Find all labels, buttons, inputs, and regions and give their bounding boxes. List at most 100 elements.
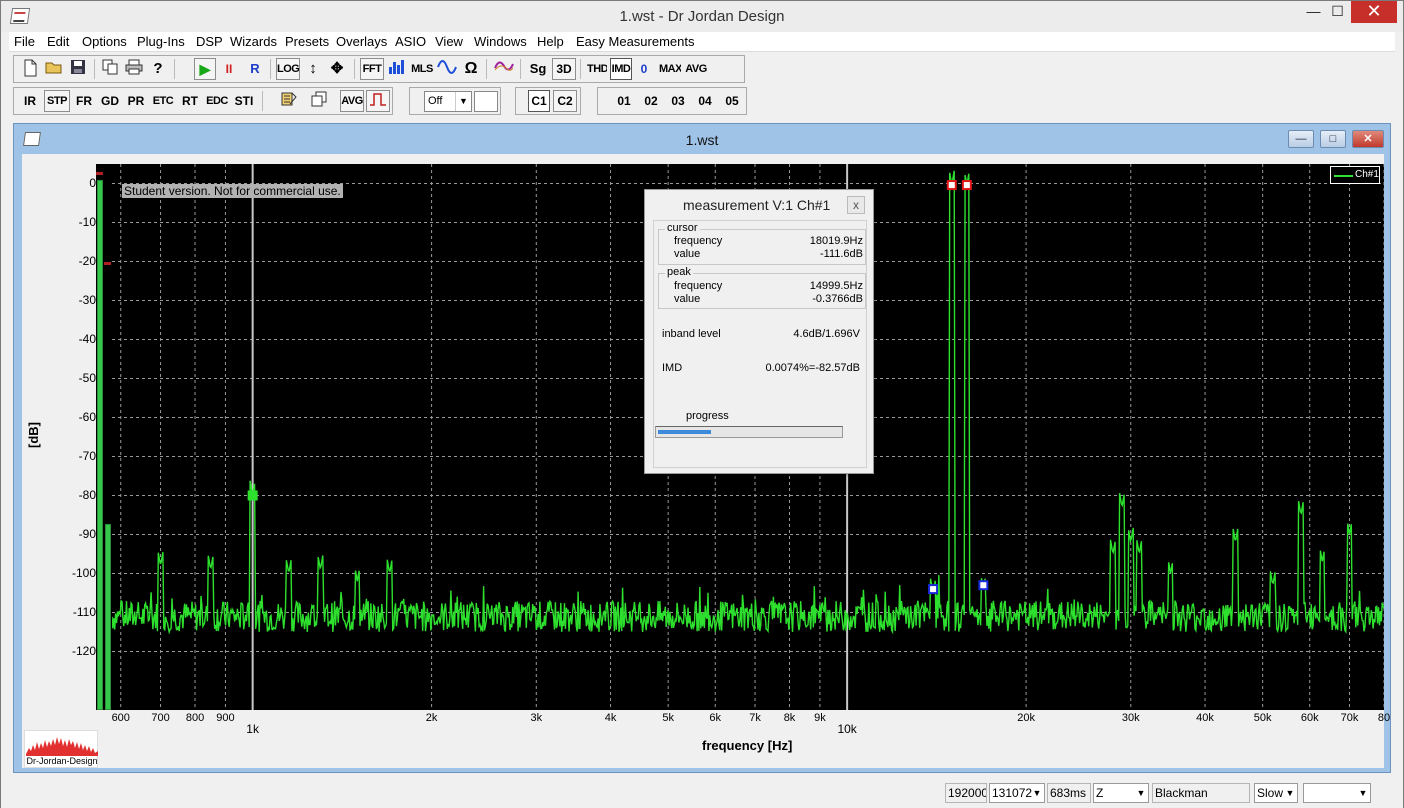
chevron-down-icon: ▼ bbox=[1285, 788, 1295, 798]
maximize-button[interactable]: ☐ bbox=[1323, 1, 1352, 23]
ir-button[interactable]: IR bbox=[18, 90, 42, 112]
overlay-05-button[interactable]: 05 bbox=[720, 90, 744, 112]
waveform-icon[interactable] bbox=[436, 58, 458, 80]
measurement-dialog-title-bar: measurement V:1 Ch#1 x bbox=[645, 190, 873, 218]
speed-select[interactable]: Slow ▼ bbox=[1254, 783, 1298, 803]
menu-bar: File Edit Options Plug-Ins DSP Wizards P… bbox=[9, 32, 1395, 52]
3d-button[interactable]: 3D bbox=[552, 58, 576, 80]
extra-select[interactable]: ▼ bbox=[1303, 783, 1371, 803]
sg-button[interactable]: Sg bbox=[526, 58, 550, 80]
menu-overlays[interactable]: Overlays bbox=[336, 34, 387, 49]
cursor-value-label: value bbox=[674, 248, 701, 260]
fft-button[interactable]: FFT bbox=[360, 58, 384, 80]
copy-icon[interactable] bbox=[98, 58, 122, 80]
sti-button[interactable]: STI bbox=[232, 90, 256, 112]
thd-button[interactable]: THD bbox=[586, 58, 608, 80]
measurement-dialog[interactable]: measurement V:1 Ch#1 x cursor frequency … bbox=[644, 189, 874, 474]
peak-frequency-value: 14999.5Hz bbox=[809, 280, 863, 292]
mls-button[interactable]: MLS bbox=[410, 58, 434, 80]
help-icon[interactable]: ? bbox=[146, 58, 170, 80]
record-button[interactable]: R bbox=[244, 58, 266, 80]
legend-ch1[interactable]: Ch#1 bbox=[1330, 166, 1380, 184]
max-button[interactable]: MAX bbox=[658, 58, 682, 80]
menu-plug-ins[interactable]: Plug-Ins bbox=[137, 34, 185, 49]
vertical-zoom-icon[interactable]: ↕ bbox=[302, 58, 324, 80]
peak-group-label: peak bbox=[665, 266, 693, 278]
log-scale-button[interactable]: LOG bbox=[276, 58, 300, 80]
sample-rate-field: 192000 bbox=[945, 783, 987, 803]
y-tick-label: -80 bbox=[78, 487, 96, 502]
toolbar-separator bbox=[354, 59, 355, 79]
menu-easy-measurements[interactable]: Easy Measurements bbox=[576, 34, 695, 49]
pan-icon[interactable]: ✥ bbox=[326, 58, 348, 80]
menu-presets[interactable]: Presets bbox=[285, 34, 329, 49]
measurement-close-button[interactable]: x bbox=[847, 196, 865, 214]
sideband-marker bbox=[978, 580, 989, 591]
overlay-03-button[interactable]: 03 bbox=[666, 90, 690, 112]
cursor-group: cursor frequency 18019.9Hz value -111.6d… bbox=[658, 222, 866, 265]
peak-frequency-label: frequency bbox=[674, 280, 723, 292]
menu-view[interactable]: View bbox=[435, 34, 463, 49]
overlay-02-button[interactable]: 02 bbox=[639, 90, 663, 112]
pause-button[interactable]: II bbox=[218, 58, 240, 80]
fft-size-select[interactable]: 131072 ▼ bbox=[989, 783, 1045, 803]
imd-button[interactable]: IMD bbox=[610, 58, 632, 80]
y-tick-label: -50 bbox=[78, 370, 96, 385]
menu-asio[interactable]: ASIO bbox=[395, 34, 426, 49]
mode-select[interactable]: Off ▼ bbox=[424, 91, 472, 112]
zero-button[interactable]: 0 bbox=[634, 58, 654, 80]
print-icon[interactable] bbox=[122, 58, 146, 80]
overlay-04-button[interactable]: 04 bbox=[693, 90, 717, 112]
avg-button[interactable]: AVG bbox=[684, 58, 708, 80]
menu-options[interactable]: Options bbox=[82, 34, 127, 49]
menu-wizards[interactable]: Wizards bbox=[230, 34, 277, 49]
overlay-toolbar: 01 02 03 04 05 bbox=[597, 87, 747, 115]
meter-peak-marker bbox=[96, 172, 103, 175]
edit-list-icon[interactable] bbox=[278, 90, 300, 112]
overlay-01-button[interactable]: 01 bbox=[612, 90, 636, 112]
menu-windows[interactable]: Windows bbox=[474, 34, 527, 49]
etc-button[interactable]: ETC bbox=[150, 90, 176, 112]
x-tick-label: 20k bbox=[1017, 712, 1035, 724]
toolbar-separator bbox=[520, 59, 521, 79]
menu-dsp[interactable]: DSP bbox=[196, 34, 223, 49]
gd-button[interactable]: GD bbox=[98, 90, 122, 112]
impedance-button[interactable]: Ω bbox=[460, 58, 482, 80]
x-tick-label: 2k bbox=[425, 712, 438, 724]
reference-marker bbox=[247, 490, 258, 501]
close-button[interactable]: ✕ bbox=[1351, 1, 1397, 23]
child-close-button[interactable]: ✕ bbox=[1352, 130, 1384, 148]
rt-button[interactable]: RT bbox=[178, 90, 202, 112]
weighting-select[interactable]: Z ▼ bbox=[1093, 783, 1149, 803]
student-notice: Student version. Not for commercial use. bbox=[122, 184, 343, 198]
channel-2-button[interactable]: C2 bbox=[553, 90, 577, 112]
wave-purple-icon[interactable] bbox=[492, 58, 516, 80]
step-response-icon[interactable] bbox=[366, 90, 390, 112]
color-swatch[interactable] bbox=[474, 91, 498, 112]
menu-file[interactable]: File bbox=[14, 34, 35, 49]
menu-edit[interactable]: Edit bbox=[47, 34, 69, 49]
new-file-icon[interactable] bbox=[18, 58, 42, 80]
peak-group: peak frequency 14999.5Hz value -0.3766dB bbox=[658, 266, 866, 309]
avg-view-button[interactable]: AVG bbox=[340, 90, 364, 112]
stp-button[interactable]: STP bbox=[44, 90, 70, 112]
save-icon[interactable] bbox=[66, 58, 90, 80]
y-tick-label: -110 bbox=[72, 604, 96, 619]
child-minimize-button[interactable]: — bbox=[1288, 130, 1314, 148]
edc-button[interactable]: EDC bbox=[204, 90, 230, 112]
play-button[interactable]: ▶ bbox=[194, 58, 216, 80]
y-tick-label: -40 bbox=[78, 331, 96, 346]
measurement-dialog-title: measurement V:1 Ch#1 bbox=[683, 197, 831, 213]
fr-button[interactable]: FR bbox=[72, 90, 96, 112]
pr-button[interactable]: PR bbox=[124, 90, 148, 112]
inband-level-value: 4.6dB/1.696V bbox=[793, 328, 860, 340]
channel-1-button[interactable]: C1 bbox=[528, 90, 550, 112]
menu-help[interactable]: Help bbox=[537, 34, 564, 49]
select-toolbar: Off ▼ bbox=[409, 87, 501, 115]
child-maximize-button[interactable]: □ bbox=[1320, 130, 1346, 148]
windows-icon[interactable] bbox=[308, 90, 330, 112]
sideband-marker bbox=[928, 584, 939, 595]
x-tick-label: 30k bbox=[1121, 712, 1140, 724]
spectrum-bars-icon[interactable] bbox=[386, 58, 408, 80]
open-folder-icon[interactable] bbox=[42, 58, 66, 80]
